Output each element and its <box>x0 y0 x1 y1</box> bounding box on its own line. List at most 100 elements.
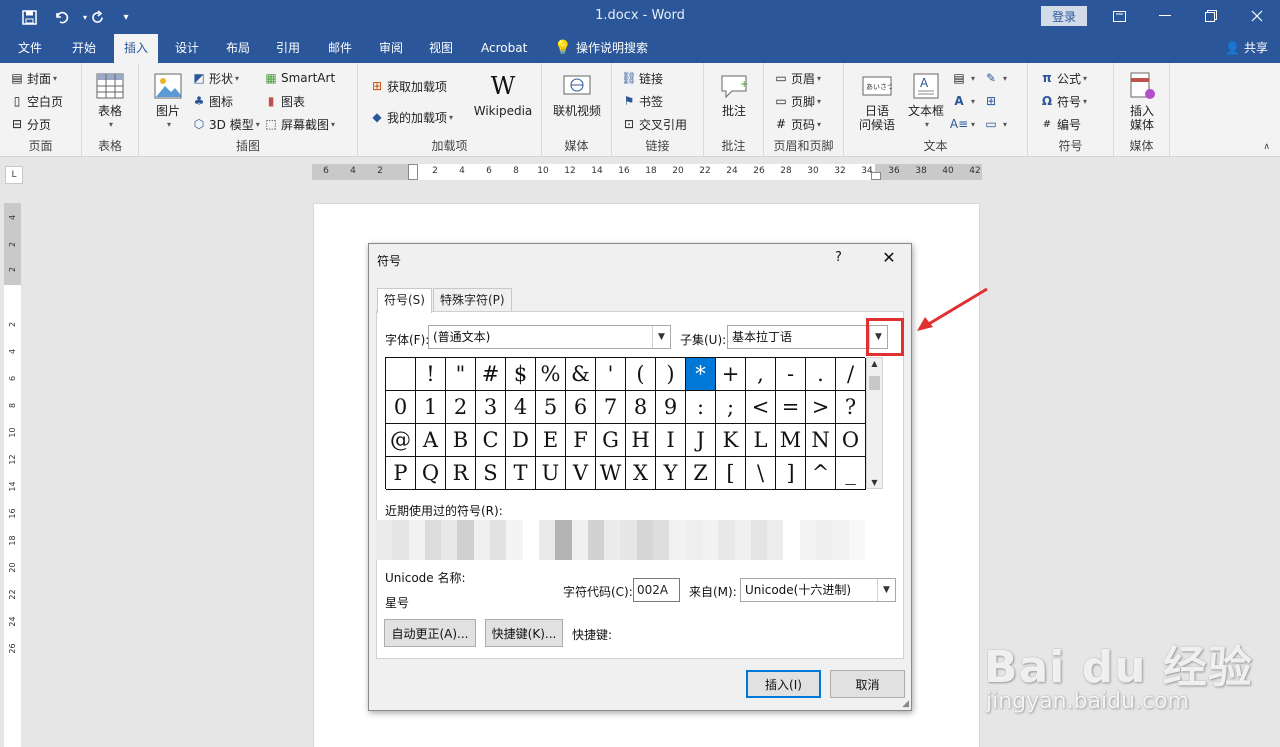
symbol-cell[interactable]: . <box>806 358 836 391</box>
login-button[interactable]: 登录 <box>1041 6 1087 26</box>
picture-button[interactable]: 图片 ▾ <box>149 71 187 132</box>
symbol-cell[interactable]: " <box>446 358 476 391</box>
online-video-button[interactable]: 联机视频 <box>550 71 604 118</box>
resize-grip-icon[interactable]: ◢ <box>902 699 909 709</box>
ribbon-display-options-icon[interactable] <box>1104 5 1134 27</box>
recent-symbol-cell[interactable] <box>506 520 523 560</box>
symbol-cell[interactable]: 3 <box>476 391 506 424</box>
symbol-cell[interactable]: * <box>686 358 716 391</box>
tab-review[interactable]: 审阅 <box>369 34 413 63</box>
symbol-cell[interactable]: > <box>806 391 836 424</box>
equation-button[interactable]: π 公式 ▾ <box>1040 68 1087 88</box>
recent-symbol-cell[interactable] <box>783 520 800 560</box>
tab-selector[interactable]: L <box>5 166 23 184</box>
symbol-cell[interactable]: F <box>566 424 596 457</box>
shortcut-key-button[interactable]: 快捷键(K)... <box>485 619 563 647</box>
recent-symbol-cell[interactable] <box>408 520 425 560</box>
tab-layout[interactable]: 布局 <box>216 34 260 63</box>
charcode-input[interactable]: 002A <box>633 578 680 602</box>
from-select[interactable]: Unicode(十六进制) ▼ <box>740 578 896 602</box>
cross-reference-button[interactable]: ⊡ 交叉引用 <box>622 114 687 134</box>
recent-symbol-cell[interactable] <box>734 520 751 560</box>
symbol-cell[interactable]: - <box>776 358 806 391</box>
symbol-cell[interactable]: + <box>716 358 746 391</box>
recent-symbol-cell[interactable] <box>669 520 686 560</box>
3d-model-button[interactable]: ⬡ 3D 模型 ▾ <box>192 114 260 134</box>
signature-line-icon[interactable]: ✎ ▾ <box>984 68 1007 88</box>
chevron-down-icon[interactable]: ▼ <box>652 326 670 348</box>
symbol-cell[interactable]: V <box>566 457 596 490</box>
symbol-cell[interactable]: N <box>806 424 836 457</box>
symbol-cell[interactable]: S <box>476 457 506 490</box>
symbol-cell[interactable]: W <box>596 457 626 490</box>
symbol-cell[interactable]: X <box>626 457 656 490</box>
recent-symbol-cell[interactable] <box>816 520 833 560</box>
table-button[interactable]: 表格 ▾ <box>92 71 128 132</box>
symbol-cell[interactable]: I <box>656 424 686 457</box>
recent-symbol-cell[interactable] <box>555 520 572 560</box>
symbol-cell[interactable]: ( <box>626 358 656 391</box>
symbol-cell[interactable]: ^ <box>806 457 836 490</box>
recent-symbol-cell[interactable] <box>441 520 458 560</box>
font-select[interactable]: (普通文本) ▼ <box>428 325 671 349</box>
symbol-cell[interactable]: 1 <box>416 391 446 424</box>
recent-symbol-cell[interactable] <box>604 520 621 560</box>
insert-media-button[interactable]: 插入 媒体 <box>1122 71 1162 132</box>
symbol-cell[interactable]: Z <box>686 457 716 490</box>
symbol-cell[interactable]: E <box>536 424 566 457</box>
symbol-cell[interactable]: @ <box>386 424 416 457</box>
save-icon[interactable] <box>18 6 40 28</box>
right-indent-marker[interactable] <box>871 172 881 180</box>
quick-parts-icon[interactable]: ▤ ▾ <box>952 68 975 88</box>
horizontal-ruler[interactable]: 6 4 2 2 4 6 8 10 12 14 16 18 20 22 24 26 28 30 32 34 36 38 40 4… <box>312 164 982 180</box>
cancel-button[interactable]: 取消 <box>830 670 905 698</box>
recent-symbol-cell[interactable] <box>620 520 637 560</box>
shapes-button[interactable]: ◩ 形状 ▾ <box>192 68 239 88</box>
symbol-cell[interactable]: ) <box>656 358 686 391</box>
symbol-cell[interactable]: 2 <box>446 391 476 424</box>
recent-symbol-cell[interactable] <box>799 520 817 560</box>
symbol-cell[interactable]: ' <box>596 358 626 391</box>
tab-home[interactable]: 开始 <box>62 34 106 63</box>
wikipedia-button[interactable]: W Wikipedia <box>470 71 536 118</box>
tab-symbols[interactable]: 符号(S) <box>377 288 432 313</box>
symbol-cell[interactable]: 6 <box>566 391 596 424</box>
restore-icon[interactable] <box>1196 5 1226 27</box>
recent-symbol-cell[interactable] <box>424 520 442 560</box>
symbol-cell[interactable]: 0 <box>386 391 416 424</box>
autocorrect-button[interactable]: 自动更正(A)... <box>384 619 476 647</box>
recent-symbol-cell[interactable] <box>587 520 605 560</box>
date-time-icon[interactable]: ⊞ <box>984 91 1001 111</box>
symbol-cell[interactable]: U <box>536 457 566 490</box>
symbol-cell[interactable]: K <box>716 424 746 457</box>
page-break-button[interactable]: ⊟ 分页 <box>10 114 51 134</box>
recent-symbol-cell[interactable] <box>490 520 507 560</box>
symbol-cell[interactable]: G <box>596 424 626 457</box>
recent-symbol-cell[interactable] <box>653 520 670 560</box>
symbol-cell[interactable]: M <box>776 424 806 457</box>
symbol-cell[interactable]: L <box>746 424 776 457</box>
number-button[interactable]: # 编号 <box>1040 114 1081 134</box>
symbol-cell[interactable]: = <box>776 391 806 424</box>
tell-me-search[interactable]: 💡 操作说明搜索 <box>546 34 658 63</box>
symbol-cell[interactable]: < <box>746 391 776 424</box>
page-number-button[interactable]: # 页码 ▾ <box>774 114 821 134</box>
symbol-cell[interactable]: % <box>536 358 566 391</box>
bookmark-button[interactable]: ⚑ 书签 <box>622 91 663 111</box>
symbol-cell[interactable]: O <box>836 424 866 457</box>
blank-page-button[interactable]: ▯ 空白页 <box>10 91 63 111</box>
symbol-cell[interactable]: # <box>476 358 506 391</box>
recent-symbol-cell[interactable] <box>522 520 539 560</box>
recent-symbol-cell[interactable] <box>750 520 768 560</box>
symbol-cell[interactable]: C <box>476 424 506 457</box>
recent-symbol-cell[interactable] <box>571 520 588 560</box>
recent-symbol-cell[interactable] <box>718 520 735 560</box>
symbol-button[interactable]: Ω 符号 ▾ <box>1040 91 1087 111</box>
symbol-cell[interactable]: \ <box>746 457 776 490</box>
subset-select[interactable]: 基本拉丁语 ▼ <box>727 325 888 349</box>
recent-symbol-cell[interactable] <box>832 520 849 560</box>
comment-button[interactable]: + 批注 <box>716 71 752 118</box>
icons-button[interactable]: ♣ 图标 <box>192 91 233 111</box>
screenshot-button[interactable]: ⬚ 屏幕截图 ▾ <box>264 114 335 134</box>
symbol-cell[interactable]: R <box>446 457 476 490</box>
